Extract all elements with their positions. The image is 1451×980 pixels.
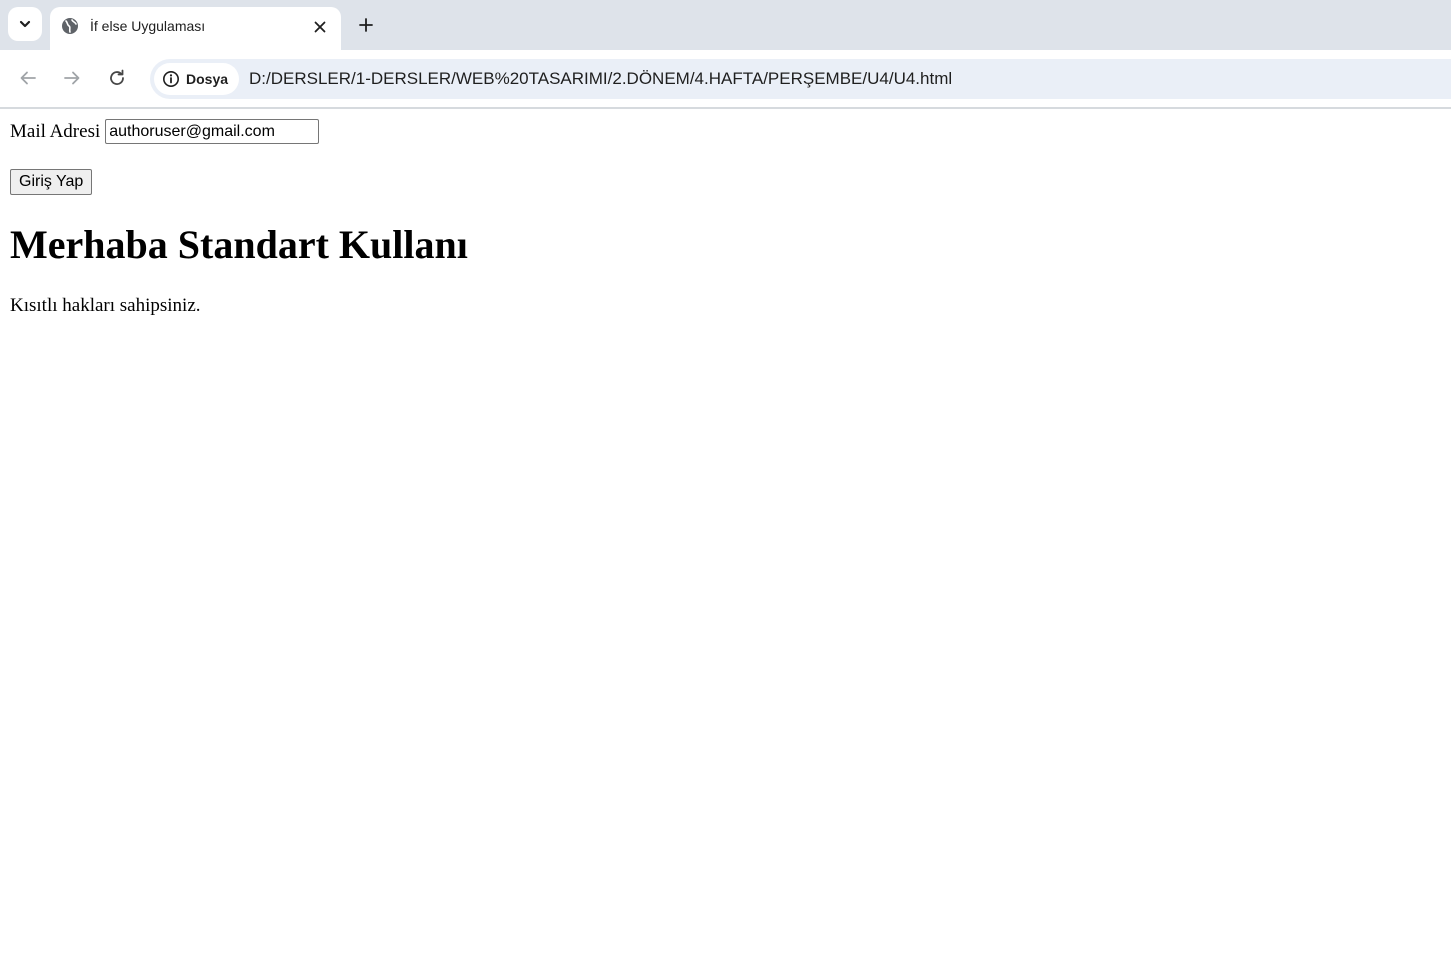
back-button[interactable]	[12, 62, 44, 94]
reload-button[interactable]	[101, 62, 133, 94]
info-text: Kısıtlı hakları sahipsiniz.	[10, 295, 201, 316]
globe-icon	[62, 18, 78, 34]
info-icon	[163, 71, 179, 87]
forward-button[interactable]	[56, 62, 88, 94]
tab-search-button[interactable]	[8, 7, 42, 41]
browser-toolbar: Dosya D:/DERSLER/1-DERSLER/WEB%20TASARIM…	[0, 50, 1451, 109]
reload-icon	[110, 69, 124, 85]
url-text[interactable]: D:/DERSLER/1-DERSLER/WEB%20TASARIMI/2.DÖ…	[249, 69, 952, 89]
page-content: Mail Adresi Giriş Yap Merhaba Standart K…	[0, 109, 1451, 980]
mail-input[interactable]	[105, 119, 320, 144]
login-button[interactable]: Giriş Yap	[10, 169, 93, 195]
tab-title: İf else Uygulaması	[90, 18, 206, 34]
chevron-down-icon	[19, 20, 31, 28]
new-tab-button[interactable]	[353, 12, 379, 38]
plus-icon	[359, 18, 373, 32]
address-bar[interactable]: Dosya D:/DERSLER/1-DERSLER/WEB%20TASARIM…	[150, 59, 1451, 99]
site-info-chip[interactable]: Dosya	[154, 63, 240, 95]
mail-label: Mail Adresi	[10, 120, 101, 142]
site-chip-label: Dosya	[186, 71, 229, 87]
tab-strip: İf else Uygulaması	[0, 0, 1451, 50]
greeting-heading: Merhaba Standart Kullanı	[10, 222, 468, 267]
browser-window: İf else Uygulaması Dosya D:/DERSLER/1-DE…	[0, 0, 1451, 980]
tab-close-button[interactable]	[309, 16, 331, 38]
mail-row: Mail Adresi	[10, 119, 320, 144]
tab-active[interactable]: İf else Uygulaması	[50, 7, 341, 50]
close-icon	[314, 21, 326, 33]
arrow-right-icon	[64, 71, 80, 85]
arrow-left-icon	[20, 71, 36, 85]
